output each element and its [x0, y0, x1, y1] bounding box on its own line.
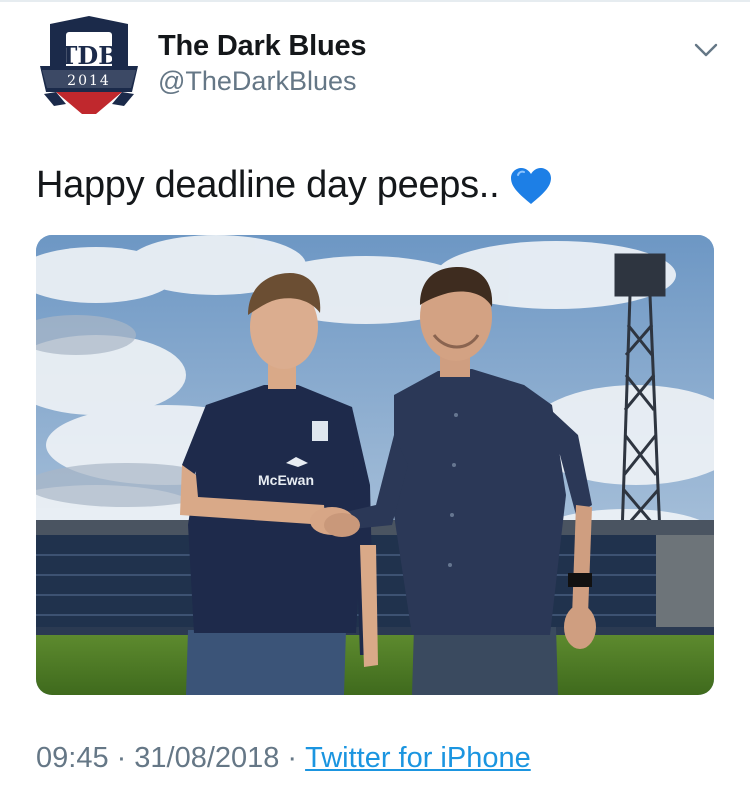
display-name[interactable]: The Dark Blues: [158, 30, 367, 63]
shirt-sponsor: McEwan: [258, 472, 314, 488]
tweet-date[interactable]: 31/08/2018: [134, 742, 279, 774]
chevron-down-icon[interactable]: [690, 36, 722, 64]
crest-monogram: TDB: [60, 41, 119, 70]
source-link[interactable]: Twitter for iPhone: [305, 742, 531, 774]
tweet-photo[interactable]: McEwan: [36, 235, 714, 695]
meta-separator-2: ·: [287, 742, 298, 774]
blue-heart-icon: [509, 166, 553, 206]
tweet-header: TDB 2014 The Dark Blues @TheDarkBlues: [0, 0, 750, 130]
tweet-text-body: Happy deadline day peeps..: [36, 164, 500, 206]
meta-separator: ·: [116, 742, 127, 774]
handle[interactable]: @TheDarkBlues: [158, 66, 356, 97]
avatar[interactable]: TDB 2014: [36, 14, 142, 118]
crest-year: 2014: [67, 73, 111, 89]
tweet-text: Happy deadline day peeps..: [36, 164, 553, 207]
photo-illustration: McEwan: [36, 235, 714, 695]
tweet-meta: 09:45 · 31/08/2018 · Twitter for iPhone: [36, 742, 531, 775]
tweet-time[interactable]: 09:45: [36, 742, 109, 774]
club-crest-icon: TDB 2014: [40, 16, 138, 114]
